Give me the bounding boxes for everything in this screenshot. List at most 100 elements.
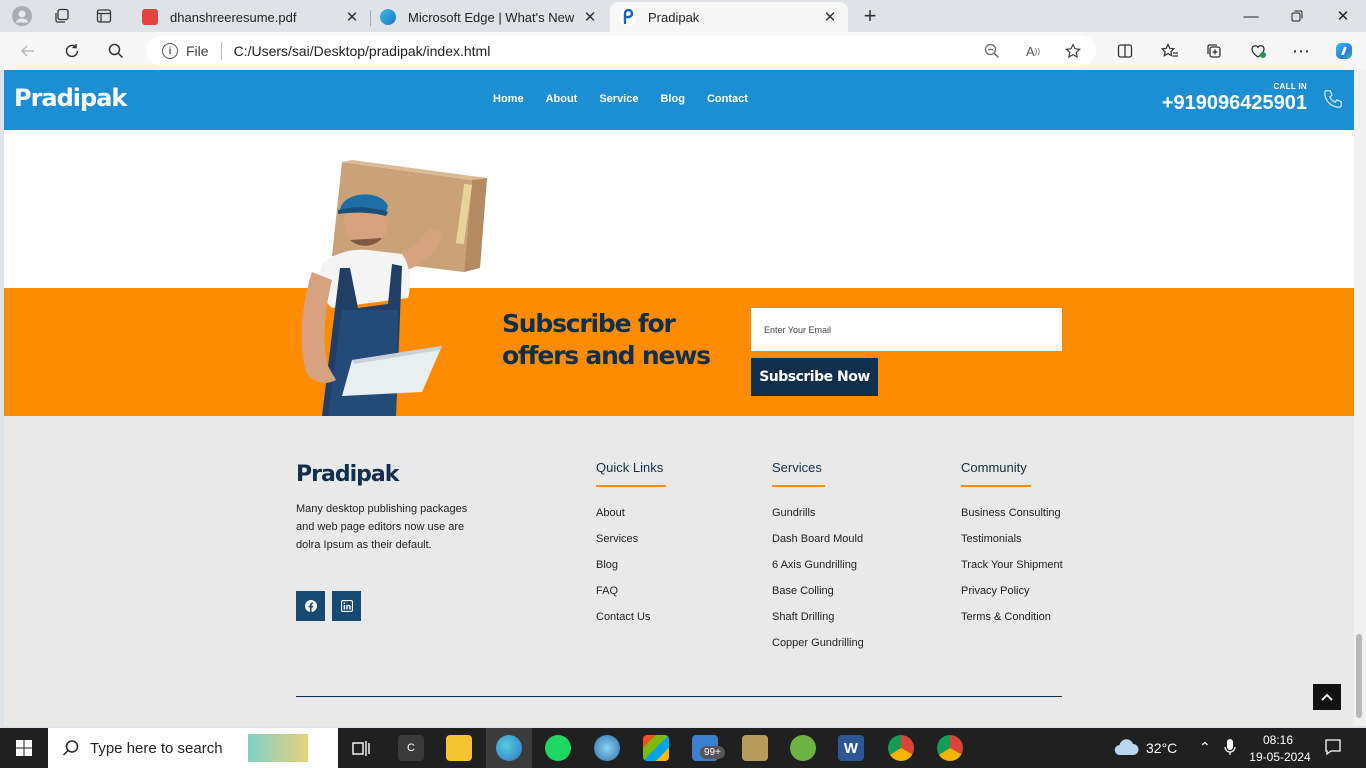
- site-footer: Pradipak Many desktop publishing package…: [4, 416, 1354, 726]
- tab-pradipak[interactable]: Pradipak ✕: [610, 2, 848, 32]
- close-window-icon[interactable]: ✕: [1320, 0, 1366, 32]
- back-to-top-button[interactable]: [1313, 684, 1341, 710]
- split-screen-icon[interactable]: [1111, 37, 1139, 65]
- back-icon[interactable]: [14, 37, 42, 65]
- phone-icon: [1324, 90, 1342, 108]
- minimize-icon[interactable]: —: [1228, 0, 1274, 32]
- search-icon[interactable]: [102, 37, 130, 65]
- archive-app-icon[interactable]: [742, 735, 768, 761]
- spotify-icon[interactable]: [545, 735, 571, 761]
- cortana-app-icon[interactable]: C: [398, 735, 424, 761]
- tab-pdf[interactable]: dhanshreeresume.pdf ✕: [132, 2, 371, 32]
- browser-essentials-icon[interactable]: [1244, 37, 1272, 65]
- nav-service[interactable]: Service: [599, 93, 638, 105]
- footer-link[interactable]: Base Colling: [772, 585, 864, 611]
- heading-underline: [596, 485, 666, 487]
- word-icon[interactable]: W: [838, 735, 864, 761]
- network-app-icon[interactable]: [594, 735, 620, 761]
- footer-link[interactable]: Privacy Policy: [961, 585, 1063, 611]
- site-header: Pradipak Home About Service Blog Contact…: [4, 70, 1354, 130]
- windows-start-icon[interactable]: [11, 735, 37, 761]
- nav-contact[interactable]: Contact: [707, 93, 748, 105]
- footer-link[interactable]: Testimonials: [961, 533, 1063, 559]
- call-in-block: CALL IN +919096425901: [1162, 82, 1307, 115]
- site-logo[interactable]: Pradipak: [14, 84, 127, 112]
- read-aloud-icon[interactable]: A)): [1019, 37, 1047, 65]
- clock-time[interactable]: 08:16: [1258, 733, 1298, 747]
- tab-actions-icon[interactable]: [90, 4, 118, 28]
- more-menu-icon[interactable]: ⋯: [1287, 37, 1315, 65]
- footer-col-quick-links: Quick Links About Services Blog FAQ Cont…: [596, 460, 666, 637]
- chrome-icon[interactable]: [888, 735, 914, 761]
- file-explorer-icon[interactable]: [446, 735, 472, 761]
- browser-toolbar: i File C:/Users/sai/Desktop/pradipak/ind…: [0, 32, 1366, 70]
- copilot-icon[interactable]: [1330, 37, 1358, 65]
- search-placeholder: Type here to search: [90, 739, 223, 757]
- facebook-icon[interactable]: [296, 591, 325, 621]
- workspaces-icon[interactable]: [48, 4, 76, 28]
- chevron-up-icon[interactable]: ⌃: [1199, 739, 1211, 756]
- subscribe-button[interactable]: Subscribe Now: [751, 358, 878, 396]
- edge-logo-icon: [380, 9, 396, 25]
- url-scheme: File: [186, 43, 209, 59]
- tab-title: Microsoft Edge | What's New: [408, 9, 575, 25]
- footer-link[interactable]: Blog: [596, 559, 666, 585]
- main-nav: Home About Service Blog Contact: [493, 93, 770, 105]
- col-heading: Services: [772, 460, 822, 475]
- new-tab-icon[interactable]: +: [856, 3, 884, 28]
- call-in-label: CALL IN: [1273, 82, 1307, 91]
- footer-link[interactable]: FAQ: [596, 585, 666, 611]
- site-info-icon[interactable]: i: [162, 43, 178, 59]
- active-app-highlight: [486, 728, 532, 768]
- close-tab-icon[interactable]: ✕: [582, 8, 598, 26]
- notifications-icon[interactable]: [1324, 738, 1342, 759]
- close-tab-icon[interactable]: ✕: [344, 8, 360, 26]
- restore-icon[interactable]: [1274, 0, 1320, 32]
- chrome-profile-icon[interactable]: [937, 735, 963, 761]
- footer-link[interactable]: Gundrills: [772, 507, 864, 533]
- email-input[interactable]: [751, 308, 1062, 351]
- subscribe-title: Subscribe for offers and news: [502, 309, 711, 370]
- col-heading: Community: [961, 460, 1027, 475]
- zoom-out-icon[interactable]: [978, 37, 1006, 65]
- profile-icon[interactable]: [8, 4, 36, 28]
- heading-underline: [772, 485, 825, 487]
- footer-col-community: Community Business Consulting Testimonia…: [961, 460, 1063, 637]
- task-view-icon[interactable]: [347, 735, 373, 761]
- url-text[interactable]: C:/Users/sai/Desktop/pradipak/index.html: [234, 43, 491, 59]
- weather-cloud-icon: [1113, 738, 1139, 761]
- footer-link[interactable]: Shaft Drilling: [772, 611, 864, 637]
- address-bar[interactable]: i File C:/Users/sai/Desktop/pradipak/ind…: [146, 36, 1096, 66]
- search-highlight-icon: [248, 734, 308, 762]
- weather-temp[interactable]: 32°C: [1146, 740, 1177, 756]
- clock-date[interactable]: 19-05-2024: [1248, 750, 1312, 764]
- footer-link[interactable]: Contact Us: [596, 611, 666, 637]
- leaf-app-icon[interactable]: [790, 735, 816, 761]
- favorite-star-icon[interactable]: [1059, 37, 1087, 65]
- footer-link[interactable]: Business Consulting: [961, 507, 1063, 533]
- linkedin-icon[interactable]: [332, 591, 361, 621]
- footer-link[interactable]: 6 Axis Gundrilling: [772, 559, 864, 585]
- footer-link[interactable]: Dash Board Mould: [772, 533, 864, 559]
- page-scrollbar[interactable]: [1354, 70, 1366, 726]
- microsoft-store-icon[interactable]: [643, 735, 669, 761]
- taskbar-search[interactable]: Type here to search: [48, 728, 338, 768]
- refresh-icon[interactable]: [58, 37, 86, 65]
- footer-link[interactable]: Copper Gundrilling: [772, 637, 864, 663]
- footer-col-services: Services Gundrills Dash Board Mould 6 Ax…: [772, 460, 864, 663]
- tab-edge-whats-new[interactable]: Microsoft Edge | What's New ✕: [370, 2, 608, 32]
- close-tab-icon[interactable]: ✕: [822, 8, 838, 26]
- footer-link[interactable]: About: [596, 507, 666, 533]
- microphone-icon[interactable]: [1224, 738, 1236, 759]
- nav-blog[interactable]: Blog: [660, 93, 684, 105]
- footer-logo[interactable]: Pradipak: [296, 462, 399, 487]
- footer-link[interactable]: Track Your Shipment: [961, 559, 1063, 585]
- footer-link[interactable]: Services: [596, 533, 666, 559]
- footer-link[interactable]: Terms & Condition: [961, 611, 1063, 637]
- scrollbar-thumb[interactable]: [1356, 634, 1362, 718]
- favorites-icon[interactable]: [1156, 37, 1184, 65]
- collections-icon[interactable]: [1200, 37, 1228, 65]
- phone-number[interactable]: +919096425901: [1162, 92, 1307, 115]
- nav-about[interactable]: About: [546, 93, 578, 105]
- nav-home[interactable]: Home: [493, 93, 524, 105]
